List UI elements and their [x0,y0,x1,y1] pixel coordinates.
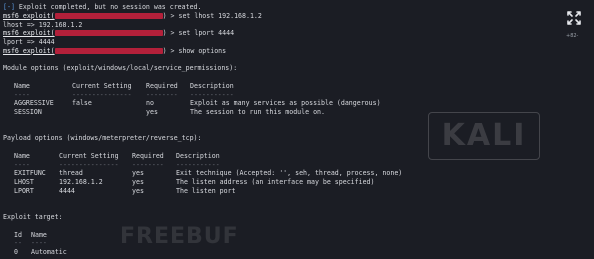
prompt-label: msf6 exploit( [3,11,55,20]
column-header: Current Setting [59,151,119,160]
column-header: Name [14,151,30,160]
prompt-label: msf6 exploit( [3,46,55,55]
column-header: Id [14,230,22,239]
terminal-window[interactable]: [-] Exploit completed, but no session wa… [0,0,594,259]
exploit-target-heading: Exploit target: [3,213,63,221]
target-table-header: Id Name [3,231,594,240]
table-row: AGGRESSIVE false no Exploit as many service… [14,99,381,108]
table-divider: ---- --------------- -------- ----------- [14,90,234,99]
module-options-heading: Module options (exploit/windows/local/se… [3,64,238,73]
table-divider: -- ---- [14,239,47,248]
redacted-module-name [54,30,163,37]
redacted-module-name [54,47,163,54]
column-header: Description [176,151,220,160]
zoom-control[interactable]: +82- [566,33,578,39]
column-header: Name [14,81,30,90]
table-divider: ---- --------------- -------- ----------- [14,160,220,169]
terminal-line: lhost => 192.168.1.2 [3,20,83,29]
terminal-line: [-] Exploit completed, but no session wa… [3,3,594,12]
freebuf-watermark: FREEBUF [120,224,239,249]
kali-watermark: KALI [428,112,540,160]
prompt-label: msf6 exploit( [3,29,55,38]
terminal-line: lport => 4444 [3,38,55,46]
command-text: ) > show options [162,46,227,55]
redacted-module-name [54,12,163,19]
column-header: Description [190,81,234,90]
command-text: ) > set lport 4444 [162,29,235,38]
table-row: LHOST 192.168.1.2 yes The listen address (a… [14,178,375,186]
column-header: Current Setting [72,81,132,90]
column-header: Required [146,81,178,90]
terminal-line: msf6 exploit( ) > set lport 4444 [3,29,594,38]
terminal-line: msf6 exploit( ) > show options [3,47,594,56]
column-header: Required [132,151,164,160]
line-text: Exploit completed, but no session was cr… [14,3,202,11]
column-header: Name [31,230,47,239]
table-row: 0 Automatic [14,248,67,256]
table-row: LPORT 4444 yes The listen port [14,186,236,195]
terminal-line: msf6 exploit( ) > set lhost 192.168.1.2 [3,12,594,21]
command-text: ) > set lhost 192.168.1.2 [162,11,262,20]
module-table-header: Name Current Setting Required Description [3,82,594,91]
fullscreen-icon[interactable] [566,10,582,26]
error-prefix: [-] [3,3,15,11]
table-row: EXITFUNC thread yes Exit technique (Accepte… [14,169,403,178]
